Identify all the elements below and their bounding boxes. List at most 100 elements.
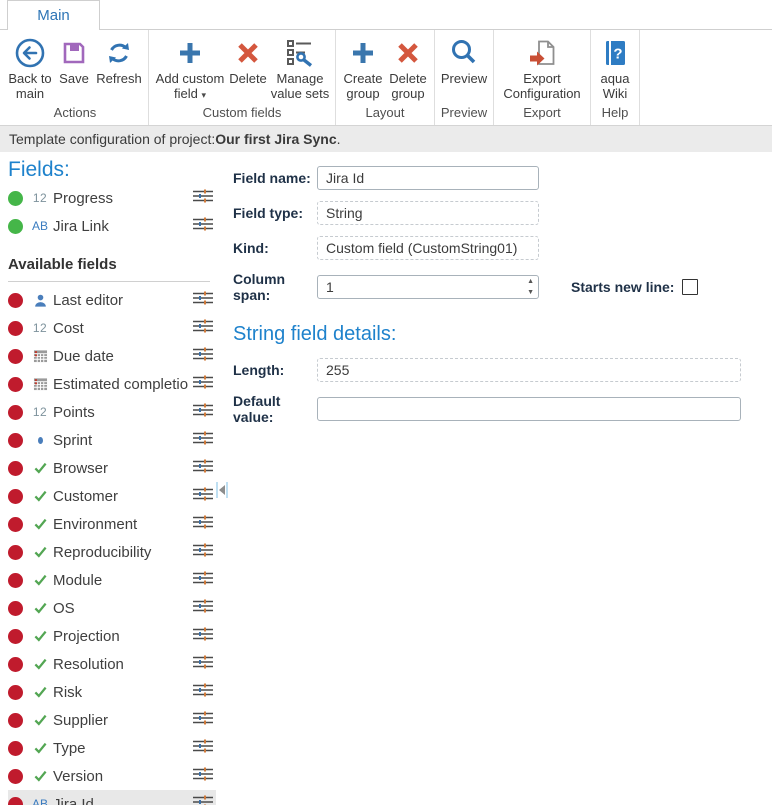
field-status-icon bbox=[8, 713, 23, 728]
default-value-input[interactable] bbox=[317, 397, 741, 421]
export-configuration-button[interactable]: Export Configuration bbox=[498, 34, 586, 103]
tab-main[interactable]: Main bbox=[7, 0, 100, 30]
delete-field-label: Delete bbox=[229, 72, 267, 87]
splitter-collapse-handle[interactable] bbox=[216, 482, 228, 498]
field-label: Jira Link bbox=[53, 218, 188, 235]
field-list-item[interactable]: Version bbox=[8, 762, 216, 790]
field-list-item[interactable]: 12 Progress bbox=[8, 184, 216, 212]
field-list-item[interactable]: AB Jira Link bbox=[8, 212, 216, 240]
field-status-icon bbox=[8, 517, 23, 532]
field-list-item[interactable]: OS bbox=[8, 594, 216, 622]
preview-button[interactable]: Preview bbox=[439, 34, 489, 89]
field-status-icon bbox=[8, 601, 23, 616]
field-options-sliders-icon[interactable] bbox=[192, 738, 214, 759]
ribbon-group-help: ? aqua Wiki Help bbox=[591, 30, 640, 125]
field-label: Reproducibility bbox=[53, 544, 188, 561]
field-list-item[interactable]: Type bbox=[8, 734, 216, 762]
field-type-input bbox=[317, 201, 539, 225]
field-options-sliders-icon[interactable] bbox=[192, 402, 214, 423]
tab-main-label: Main bbox=[37, 7, 70, 24]
manage-value-sets-button[interactable]: Manage value sets bbox=[269, 34, 331, 103]
field-options-sliders-icon[interactable] bbox=[192, 486, 214, 507]
field-detail-form: Field name: Field type: Kind: Column spa… bbox=[229, 152, 772, 805]
column-span-label: Column span: bbox=[233, 271, 317, 303]
column-span-input[interactable] bbox=[317, 275, 539, 299]
ribbon-group-export: Export Configuration Export bbox=[494, 30, 591, 125]
ribbon-group-custom-fields: Add custom field ▾ Delete Manage value s… bbox=[149, 30, 336, 125]
config-header-prefix: Template configuration of project: bbox=[9, 131, 215, 147]
field-options-sliders-icon[interactable] bbox=[192, 514, 214, 535]
delete-field-button[interactable]: Delete bbox=[227, 34, 269, 89]
field-options-sliders-icon[interactable] bbox=[192, 654, 214, 675]
field-name-input[interactable] bbox=[317, 166, 539, 190]
field-list-item[interactable]: 12 Points bbox=[8, 398, 216, 426]
field-label: Points bbox=[53, 404, 188, 421]
field-status-icon bbox=[8, 321, 23, 336]
back-to-main-button[interactable]: Back to main bbox=[6, 34, 54, 103]
field-options-sliders-icon[interactable] bbox=[192, 626, 214, 647]
checkmark-icon bbox=[29, 713, 51, 727]
field-options-sliders-icon[interactable] bbox=[192, 598, 214, 619]
checkmark-icon bbox=[29, 657, 51, 671]
field-options-sliders-icon[interactable] bbox=[192, 458, 214, 479]
field-list-item[interactable]: Projection bbox=[8, 622, 216, 650]
field-list-item[interactable]: Risk bbox=[8, 678, 216, 706]
config-header-suffix: . bbox=[337, 131, 341, 147]
add-custom-field-button[interactable]: Add custom field ▾ bbox=[153, 34, 227, 103]
field-options-sliders-icon[interactable] bbox=[192, 542, 214, 563]
field-options-sliders-icon[interactable] bbox=[192, 374, 214, 395]
manage-value-sets-label: Manage value sets bbox=[270, 72, 330, 101]
export-document-icon bbox=[525, 36, 559, 70]
create-group-button[interactable]: Create group bbox=[340, 34, 386, 103]
field-options-sliders-icon[interactable] bbox=[192, 570, 214, 591]
field-label: Cost bbox=[53, 320, 188, 337]
field-list-item[interactable]: Environment bbox=[8, 510, 216, 538]
starts-new-line-checkbox[interactable] bbox=[682, 279, 698, 295]
delete-group-button[interactable]: Delete group bbox=[386, 34, 430, 103]
ribbon: Back to main Save Refresh Actions bbox=[0, 30, 772, 126]
available-fields-header: Available fields bbox=[8, 252, 210, 282]
spinner-up-icon[interactable]: ▲ bbox=[527, 278, 534, 285]
field-options-sliders-icon[interactable] bbox=[192, 710, 214, 731]
field-options-sliders-icon[interactable] bbox=[192, 318, 214, 339]
field-list-item[interactable]: AB Jira Id bbox=[8, 790, 216, 805]
field-list-item[interactable]: Last editor bbox=[8, 286, 216, 314]
field-name-row: Field name: bbox=[233, 166, 762, 190]
field-list-item[interactable]: Customer bbox=[8, 482, 216, 510]
sprint-icon bbox=[29, 437, 51, 444]
group-label-actions: Actions bbox=[6, 103, 144, 125]
sidebar-splitter[interactable] bbox=[216, 152, 229, 805]
group-label-layout: Layout bbox=[340, 103, 430, 125]
field-list-item[interactable]: Module bbox=[8, 566, 216, 594]
field-label: Version bbox=[53, 768, 188, 785]
field-list-item[interactable]: Due date bbox=[8, 342, 216, 370]
checkmark-icon bbox=[29, 517, 51, 531]
field-list-item[interactable]: Supplier bbox=[8, 706, 216, 734]
spinner-down-icon[interactable]: ▼ bbox=[527, 289, 534, 296]
field-list-item[interactable]: Reproducibility bbox=[8, 538, 216, 566]
field-options-sliders-icon[interactable] bbox=[192, 290, 214, 311]
checkmark-icon bbox=[29, 601, 51, 615]
field-options-sliders-icon[interactable] bbox=[192, 346, 214, 367]
delete-group-label: Delete group bbox=[387, 72, 429, 101]
checkmark-icon bbox=[29, 545, 51, 559]
field-list-item[interactable]: Resolution bbox=[8, 650, 216, 678]
field-options-sliders-icon[interactable] bbox=[192, 216, 214, 237]
field-status-icon bbox=[8, 573, 23, 588]
field-list-item[interactable]: Sprint bbox=[8, 426, 216, 454]
save-button[interactable]: Save bbox=[54, 34, 94, 89]
refresh-button[interactable]: Refresh bbox=[94, 34, 144, 89]
field-options-sliders-icon[interactable] bbox=[192, 682, 214, 703]
aqua-wiki-button[interactable]: ? aqua Wiki bbox=[595, 34, 635, 103]
export-configuration-label: Export Configuration bbox=[499, 72, 585, 101]
field-list-item[interactable]: Browser bbox=[8, 454, 216, 482]
field-options-sliders-icon[interactable] bbox=[192, 188, 214, 209]
field-label: Last editor bbox=[53, 292, 188, 309]
field-options-sliders-icon[interactable] bbox=[192, 430, 214, 451]
field-options-sliders-icon[interactable] bbox=[192, 794, 214, 805]
field-list-item[interactable]: 12 Cost bbox=[8, 314, 216, 342]
field-list-item[interactable]: Estimated completion date bbox=[8, 370, 216, 398]
field-options-sliders-icon[interactable] bbox=[192, 766, 214, 787]
field-label: Estimated completion date bbox=[53, 376, 188, 393]
template-config-header: Template configuration of project: Our f… bbox=[0, 126, 772, 152]
